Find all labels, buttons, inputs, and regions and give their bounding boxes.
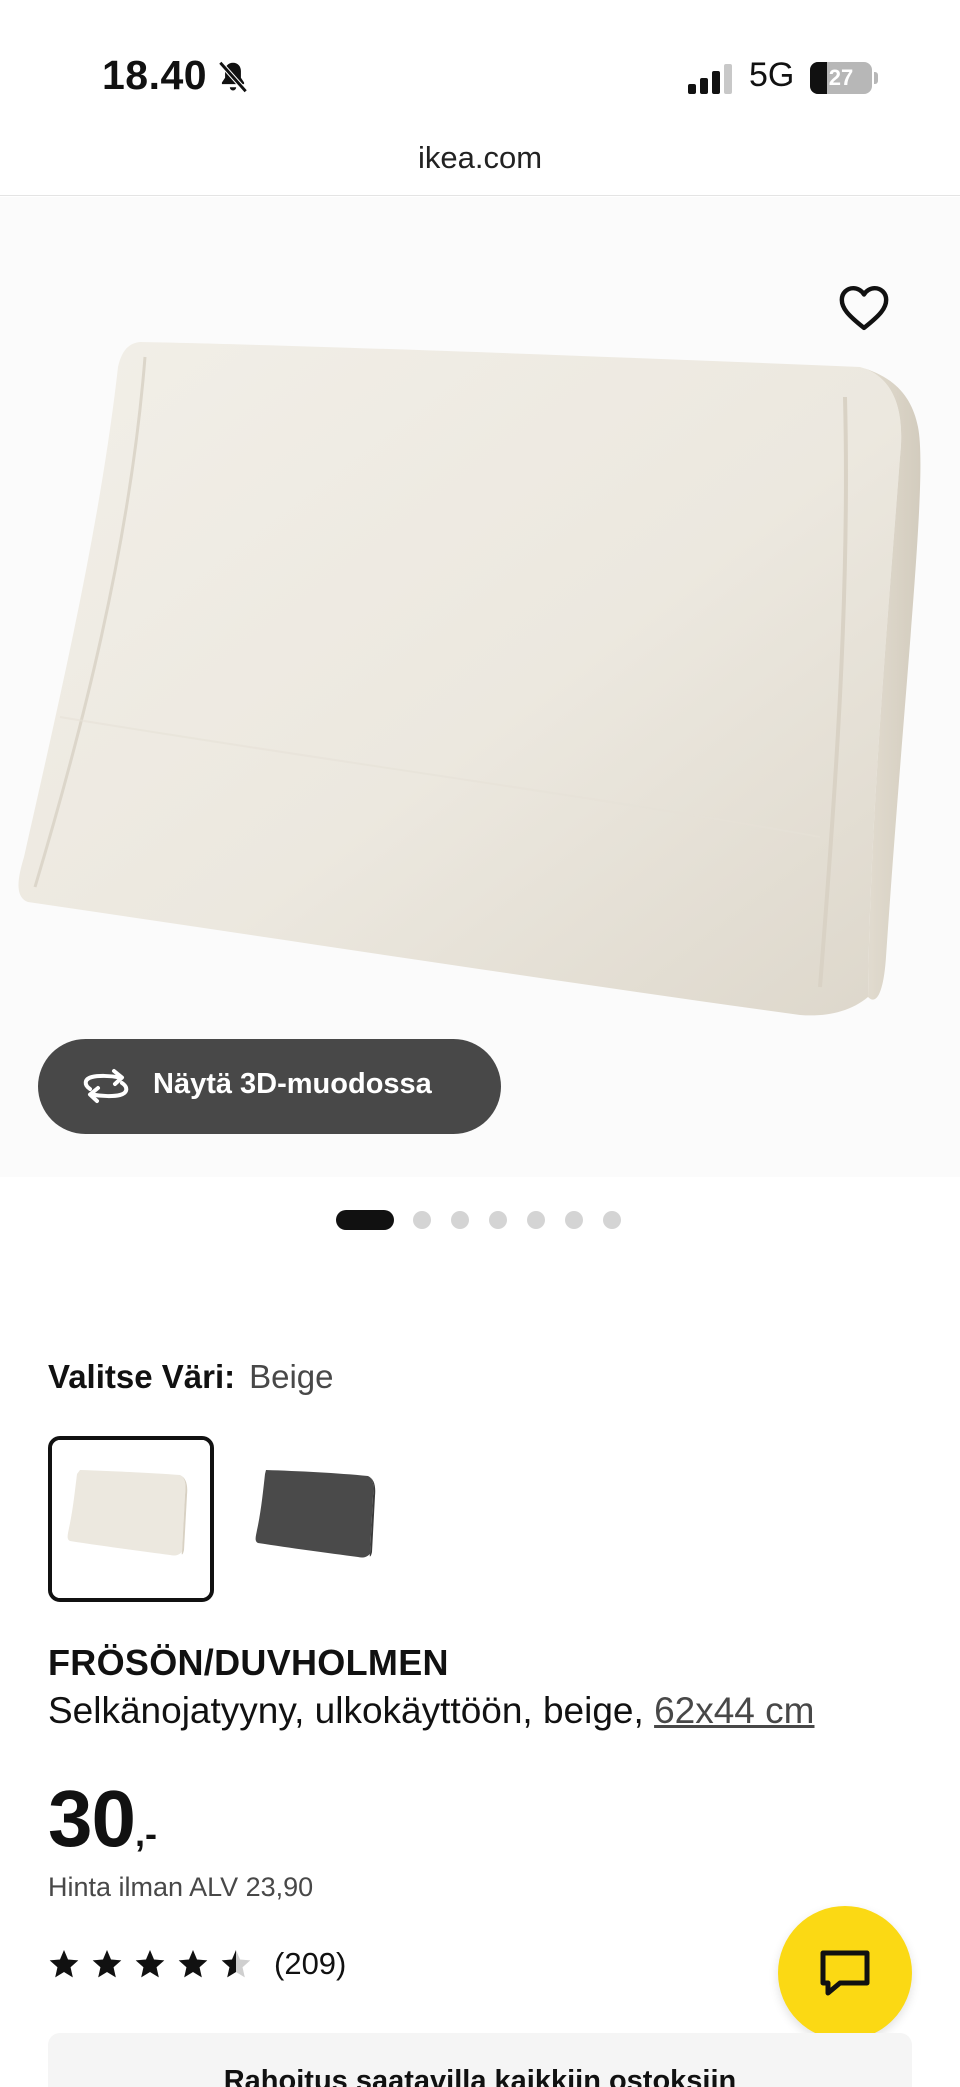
battery-level: 27 xyxy=(828,65,854,90)
star-icon xyxy=(92,1950,122,1978)
status-time: 18.40 xyxy=(102,52,208,98)
financing-text: Rahoitus saatavilla kaikkiin ostoksiin xyxy=(223,2065,737,2087)
product-image-gallery[interactable]: Näytä 3D-muodossa xyxy=(0,197,960,1177)
star-icon xyxy=(135,1950,165,1978)
price-value: 30 xyxy=(48,1774,136,1863)
star-icon xyxy=(178,1950,208,1978)
view-3d-button[interactable]: Näytä 3D-muodossa xyxy=(38,1039,501,1134)
color-selector-label: Valitse Väri: Beige xyxy=(48,1358,334,1396)
heart-icon[interactable] xyxy=(836,280,892,336)
carousel-dot[interactable] xyxy=(603,1211,621,1229)
chat-button[interactable] xyxy=(778,1906,912,2040)
swatch-beige-image xyxy=(52,1440,210,1598)
color-label: Valitse Väri: xyxy=(48,1358,236,1395)
view-3d-label: Näytä 3D-muodossa xyxy=(153,1068,432,1100)
bell-slash-icon xyxy=(218,61,248,93)
star-icon xyxy=(221,1950,251,1978)
product-name: FRÖSÖN/DUVHOLMEN xyxy=(48,1642,449,1683)
url-text: ikea.com xyxy=(417,140,543,175)
url-bar[interactable]: ikea.com xyxy=(0,140,960,196)
price-without-vat: Hinta ilman ALV 23,90 xyxy=(48,1872,314,1902)
carousel-dot[interactable] xyxy=(413,1211,431,1229)
product-image xyxy=(0,197,960,1177)
carousel-dot[interactable] xyxy=(565,1211,583,1229)
price-suffix: ,- xyxy=(134,1813,157,1854)
star-icon xyxy=(49,1950,79,1978)
product-description: Selkänojatyyny, ulkokäyttöön, beige, 62x… xyxy=(48,1690,815,1732)
signal-icon xyxy=(688,64,732,94)
battery-icon: 27 xyxy=(810,62,878,94)
color-selected-value: Beige xyxy=(249,1358,334,1395)
product-size-link[interactable]: 62x44 cm xyxy=(654,1690,814,1731)
product-price: 30,- xyxy=(48,1773,157,1865)
carousel-dot[interactable] xyxy=(527,1211,545,1229)
carousel-dot[interactable] xyxy=(489,1211,507,1229)
product-description-text: Selkänojatyyny, ulkokäyttöön, beige, xyxy=(48,1690,644,1731)
carousel-dot[interactable] xyxy=(336,1210,394,1230)
chat-icon xyxy=(820,1950,870,1996)
color-swatch-beige[interactable] xyxy=(48,1436,214,1602)
review-count: (209) xyxy=(274,1946,347,1981)
rotate-3d-icon xyxy=(83,1069,129,1103)
status-bar: 18.40 5G 27 xyxy=(0,0,960,140)
swatch-grey-image xyxy=(236,1436,402,1602)
color-swatch-dark-grey[interactable] xyxy=(236,1436,402,1602)
financing-banner[interactable]: Rahoitus saatavilla kaikkiin ostoksiin xyxy=(48,2033,912,2087)
network-label: 5G xyxy=(749,56,795,94)
carousel-dot[interactable] xyxy=(451,1211,469,1229)
